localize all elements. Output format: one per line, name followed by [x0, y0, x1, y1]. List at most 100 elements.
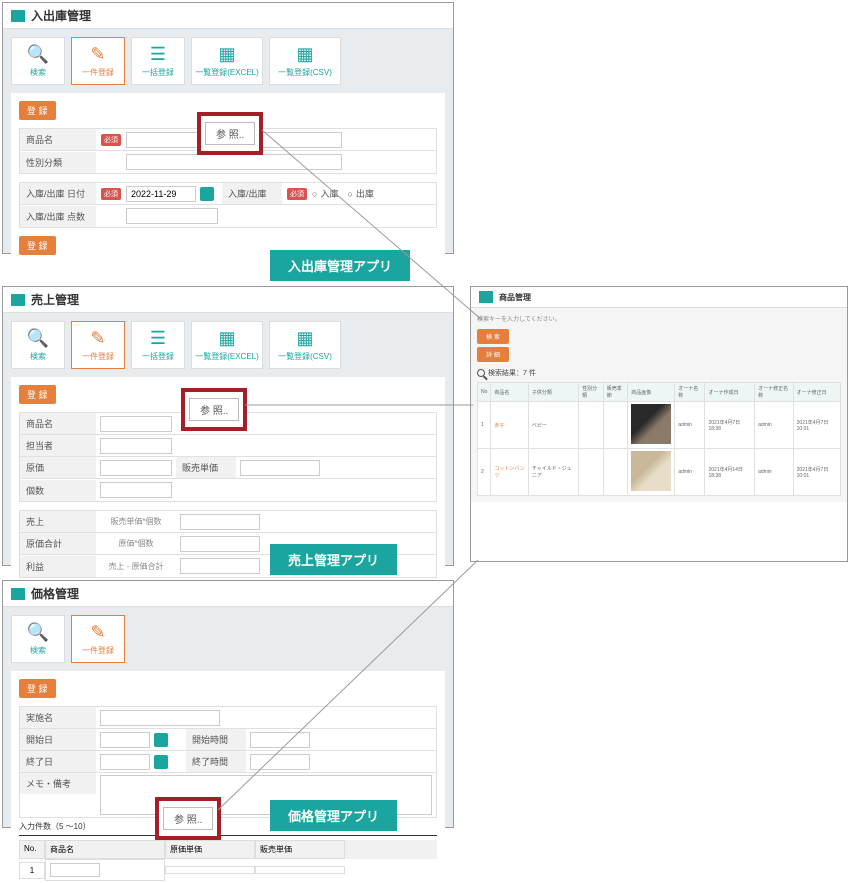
category-input[interactable] — [126, 154, 342, 170]
td-cat: チャイルド・ジュニア — [528, 449, 578, 496]
radio-in[interactable]: ○ — [312, 189, 317, 199]
csv-icon: ▦ — [296, 328, 313, 349]
reference-button[interactable]: 参 照.. — [205, 122, 255, 145]
result-count: 検索結果：7 件 — [477, 368, 841, 378]
tab-label: 一括登録 — [142, 351, 174, 362]
calc-sales: 販売単価*個数 — [96, 516, 176, 527]
td-no: 2 — [478, 449, 491, 496]
tab-excel[interactable]: ▦一覧登録(EXCEL) — [191, 321, 263, 369]
tab-search[interactable]: 🔍検索 — [11, 615, 65, 663]
th-user[interactable]: オーナ名称 — [675, 383, 705, 402]
product-thumbnail — [631, 404, 671, 444]
th-muser[interactable]: オーナ修正名称 — [755, 383, 794, 402]
app-icon — [479, 291, 493, 303]
register-button[interactable]: 登 録 — [19, 679, 56, 698]
th-cat2[interactable]: 性別分類 — [579, 383, 604, 402]
th-cat[interactable]: 子供分類 — [528, 383, 578, 402]
tab-excel[interactable]: ▦一覧登録(EXCEL) — [191, 37, 263, 85]
name-input[interactable] — [100, 710, 220, 726]
tab-label: 検索 — [30, 67, 46, 78]
calendar-icon[interactable] — [154, 755, 168, 769]
label-profit: 利益 — [20, 556, 96, 577]
excel-icon: ▦ — [218, 328, 235, 349]
required-badge: 必須 — [287, 188, 307, 200]
row-product-input[interactable] — [50, 863, 100, 877]
th-name[interactable]: 商品名 — [491, 383, 528, 402]
required-badge: 必須 — [101, 134, 121, 146]
edit-icon: ✎ — [90, 44, 105, 65]
th-cdate[interactable]: オーナ作成日 — [705, 383, 755, 402]
date-input[interactable] — [126, 186, 196, 202]
label-cost: 原価 — [20, 457, 96, 478]
tab-label: 検索 — [30, 645, 46, 656]
panel-header: 価格管理 — [3, 581, 453, 607]
end-time-input[interactable] — [250, 754, 310, 770]
tab-single[interactable]: ✎一件登録 — [71, 615, 125, 663]
app-tag-inventory: 入出庫管理アプリ — [270, 250, 410, 281]
th-product: 商品名 — [45, 840, 165, 859]
tab-single[interactable]: ✎一件登録 — [71, 37, 125, 85]
td-name[interactable]: コットンパンツ — [491, 449, 528, 496]
register-button[interactable]: 登 録 — [19, 101, 56, 120]
radio-out[interactable]: ○ — [347, 189, 352, 199]
th-img[interactable]: 商品画像 — [628, 383, 675, 402]
start-time-input[interactable] — [250, 732, 310, 748]
label-memo: メモ・備考 — [20, 773, 96, 794]
td-cat: ベビー — [528, 402, 578, 449]
sales-output — [180, 514, 260, 530]
price-input[interactable] — [240, 460, 320, 476]
td-no: 1 — [478, 402, 491, 449]
product-thumbnail — [631, 451, 671, 491]
reference-button[interactable]: 参 照.. — [189, 398, 239, 421]
td-name[interactable]: 赤子 — [491, 402, 528, 449]
table-row[interactable]: 2 コットンパンツ チャイルド・ジュニア admin 2021年4月14日 18… — [478, 449, 841, 496]
end-date-input[interactable] — [100, 754, 150, 770]
cost-input[interactable] — [100, 460, 172, 476]
tab-search[interactable]: 🔍検索 — [11, 37, 65, 85]
th-price: 販売単価 — [255, 840, 345, 859]
tab-label: 一覧登録(CSV) — [278, 351, 332, 362]
th-no: No. — [19, 840, 45, 859]
reference-highlight-3: 参 照.. — [155, 797, 221, 840]
tab-csv[interactable]: ▦一覧登録(CSV) — [269, 37, 341, 85]
register-button-bottom[interactable]: 登 録 — [19, 236, 56, 255]
mini-detail-button[interactable]: 詳 細 — [477, 347, 509, 362]
product-input[interactable] — [100, 416, 172, 432]
calendar-icon[interactable] — [200, 187, 214, 201]
mini-search-button[interactable]: 検 索 — [477, 329, 509, 344]
profit-output — [180, 558, 260, 574]
search-icon: 🔍 — [27, 328, 49, 349]
tab-csv[interactable]: ▦ 一覧登録(CSV) — [269, 321, 341, 369]
search-icon — [477, 369, 485, 377]
tab-search[interactable]: 🔍 検索 — [11, 321, 65, 369]
tab-label: 一覧登録(CSV) — [278, 67, 332, 78]
tabs: 🔍検索 ✎一件登録 ☰一括登録 ▦一覧登録(EXCEL) ▦一覧登録(CSV) — [3, 29, 453, 93]
label-start: 開始日 — [20, 729, 96, 750]
table-row[interactable]: 1 赤子 ベビー admin 2021年4月7日 18:38 admin 202… — [478, 402, 841, 449]
th-no[interactable]: No — [478, 383, 491, 402]
label-product: 商品名 — [20, 129, 96, 150]
calendar-icon[interactable] — [154, 733, 168, 747]
form-content: 登 録 実施名 開始日開始時間 終了日終了時間 メモ・備考 入力件数（5 ～10… — [11, 671, 445, 883]
register-button[interactable]: 登 録 — [19, 385, 56, 404]
label-name: 実施名 — [20, 707, 96, 728]
qty-input[interactable] — [100, 482, 172, 498]
tab-single[interactable]: ✎一件登録 — [71, 321, 125, 369]
th-season[interactable]: 販売季節 — [603, 383, 628, 402]
tab-bulk[interactable]: ☰一括登録 — [131, 37, 185, 85]
panel-title: 商品管理 — [499, 292, 531, 303]
td-mdate: 2021年4月7日 10:01 — [793, 402, 840, 449]
reference-button[interactable]: 参 照.. — [163, 807, 213, 830]
count-input[interactable] — [126, 208, 218, 224]
th-mdate[interactable]: オーナ修正日 — [793, 383, 840, 402]
th-cost: 原価単価 — [165, 840, 255, 859]
td-user: admin — [675, 402, 705, 449]
panel-header: 商品管理 — [471, 287, 847, 308]
start-date-input[interactable] — [100, 732, 150, 748]
list-icon: ☰ — [150, 328, 166, 349]
tab-bulk[interactable]: ☰ 一括登録 — [131, 321, 185, 369]
tab-label: 検索 — [30, 351, 46, 362]
app-tag-price: 価格管理アプリ — [270, 800, 397, 831]
staff-input[interactable] — [100, 438, 172, 454]
price-panel: 価格管理 🔍検索 ✎一件登録 登 録 実施名 開始日開始時間 終了日終了時間 メ… — [2, 580, 454, 828]
